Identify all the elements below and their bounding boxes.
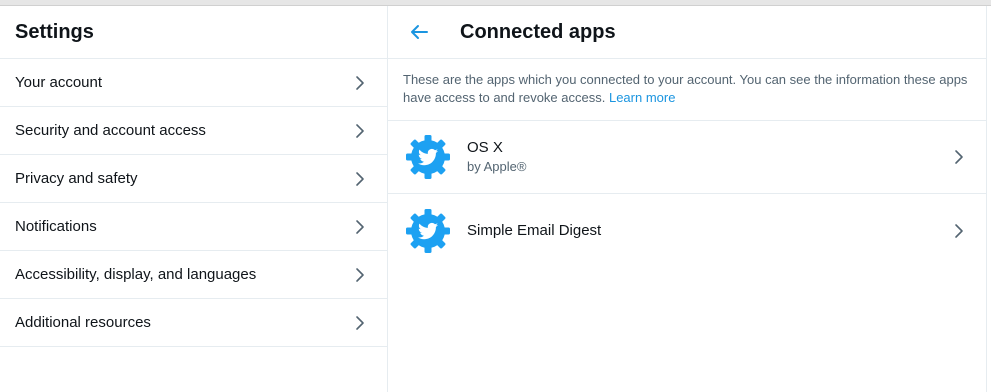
chevron-right-icon	[955, 150, 963, 164]
app-text: OS X by Apple®	[467, 138, 952, 176]
app-row-os-x[interactable]: OS X by Apple®	[388, 121, 986, 194]
menu-item-label: Privacy and safety	[15, 170, 138, 187]
chevron-right-icon	[356, 75, 364, 90]
settings-panel: Settings Your account Security and accou…	[0, 6, 388, 392]
back-button[interactable]	[404, 17, 434, 47]
app-text: Simple Email Digest	[467, 221, 952, 241]
connected-apps-panel: Connected apps These are the apps which …	[388, 6, 987, 392]
chevron-right-icon	[356, 219, 364, 234]
connected-apps-description: These are the apps which you connected t…	[388, 59, 986, 121]
menu-item-label: Additional resources	[15, 314, 151, 331]
menu-item-notifications[interactable]: Notifications	[0, 203, 387, 251]
app-developer: by Apple®	[467, 159, 527, 174]
app-row-simple-email-digest[interactable]: Simple Email Digest	[388, 194, 986, 267]
settings-title: Settings	[15, 20, 94, 43]
twitter-gear-icon	[406, 135, 450, 179]
page-title: Connected apps	[460, 20, 616, 43]
chevron-right-icon	[356, 123, 364, 138]
arrow-left-icon	[411, 25, 428, 39]
menu-item-label: Security and account access	[15, 122, 206, 139]
menu-item-privacy-and-safety[interactable]: Privacy and safety	[0, 155, 387, 203]
learn-more-link[interactable]: Learn more	[609, 90, 675, 105]
menu-item-your-account[interactable]: Your account	[0, 59, 387, 107]
connected-apps-header: Connected apps	[388, 6, 986, 59]
app-name: Simple Email Digest	[467, 221, 602, 239]
menu-item-label: Your account	[15, 74, 103, 91]
menu-item-accessibility-display-languages[interactable]: Accessibility, display, and languages	[0, 251, 387, 299]
description-text: These are the apps which you connected t…	[403, 72, 968, 105]
settings-header: Settings	[0, 6, 387, 59]
settings-page: Settings Your account Security and accou…	[0, 6, 991, 392]
chevron-right-icon	[356, 267, 364, 282]
menu-item-security-and-account-access[interactable]: Security and account access	[0, 107, 387, 155]
app-name: OS X	[467, 139, 503, 156]
menu-item-label: Accessibility, display, and languages	[15, 266, 257, 283]
chevron-right-icon	[356, 171, 364, 186]
chevron-right-icon	[955, 223, 963, 238]
menu-item-label: Notifications	[15, 218, 97, 235]
chevron-right-icon	[356, 315, 364, 330]
twitter-gear-icon	[406, 208, 450, 253]
menu-item-additional-resources[interactable]: Additional resources	[0, 299, 387, 347]
